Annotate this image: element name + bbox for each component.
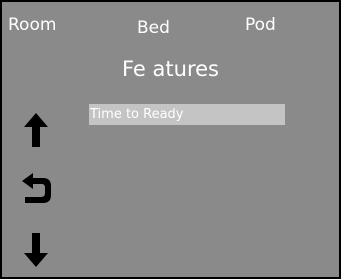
arrow-down-icon <box>24 233 48 267</box>
tab-bed[interactable]: Bed <box>137 18 170 38</box>
down-button[interactable] <box>20 230 52 270</box>
page-title: Fe atures <box>122 57 219 81</box>
tab-room[interactable]: Room <box>8 15 56 35</box>
arrow-up-icon <box>24 113 48 147</box>
return-arrow-icon <box>22 173 51 203</box>
up-button[interactable] <box>20 110 52 150</box>
tab-pod[interactable]: Pod <box>245 15 276 35</box>
menu-item-time-to-ready[interactable]: Time to Ready <box>89 104 285 125</box>
back-button[interactable] <box>20 168 52 208</box>
device-screen: Room Bed Pod Fe atures Time to Ready <box>0 0 341 279</box>
